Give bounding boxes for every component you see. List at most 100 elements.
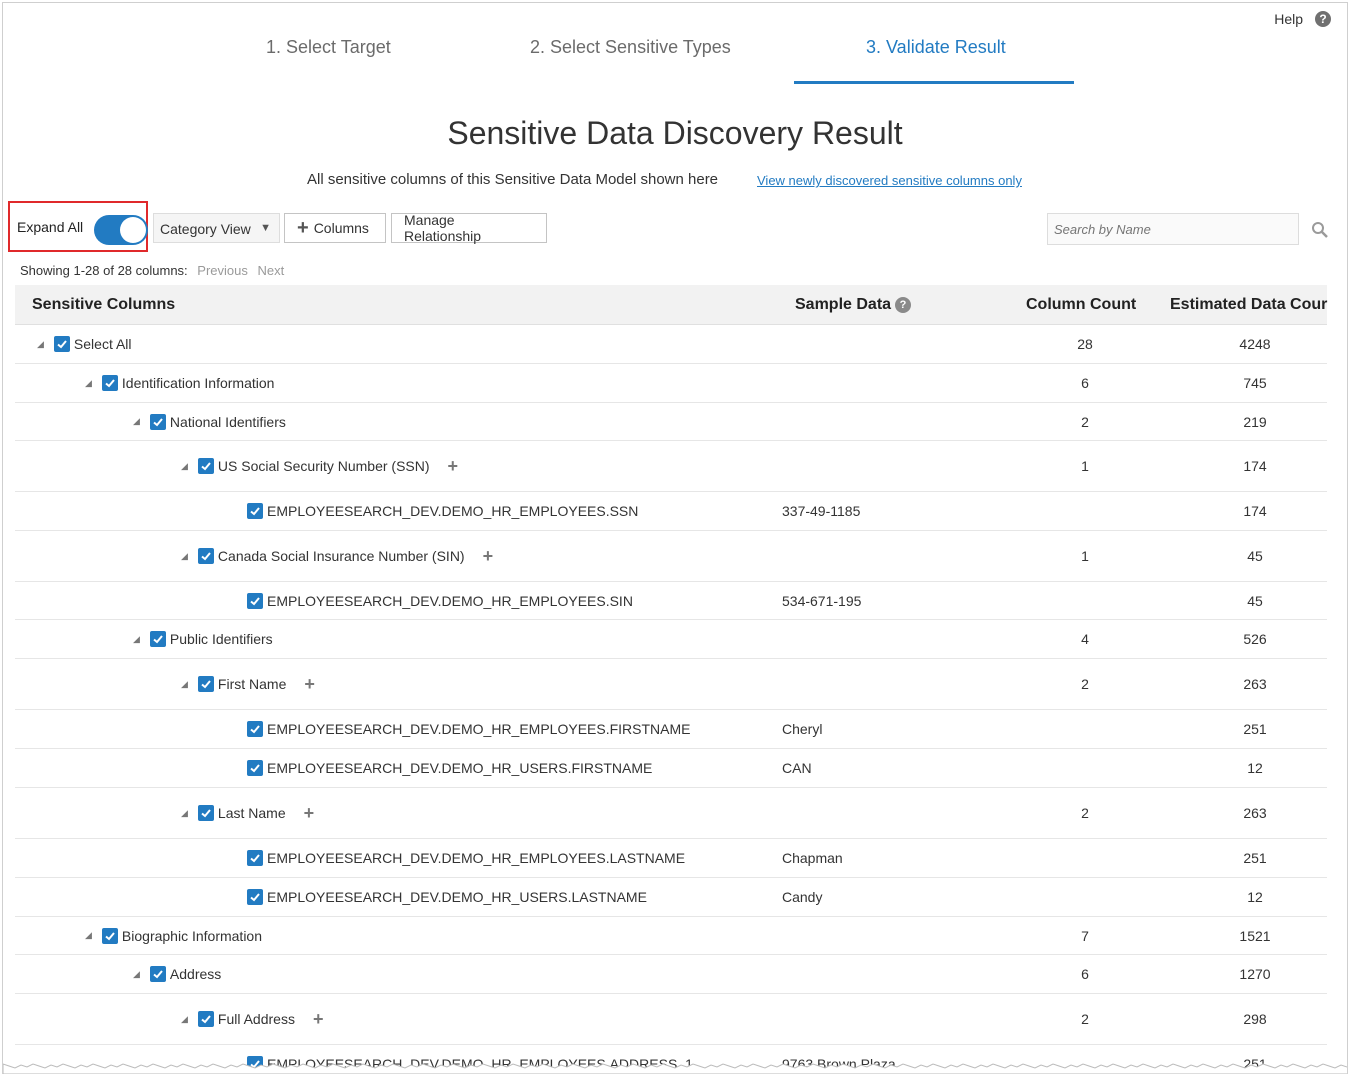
table-row[interactable]: EMPLOYEESEARCH_DEV.DEMO_HR_EMPLOYEES.SIN… — [15, 582, 1327, 620]
search-input[interactable] — [1047, 213, 1299, 245]
row-checkbox[interactable] — [197, 676, 214, 692]
table-row[interactable]: EMPLOYEESEARCH_DEV.DEMO_HR_USERS.FIRSTNA… — [15, 749, 1327, 788]
estimated-count-cell: 526 — [1243, 631, 1267, 647]
column-count-cell — [1065, 582, 1105, 619]
row-checkbox[interactable] — [149, 413, 166, 430]
row-name-cell: ◢ Canada Social Insurance Number (SIN) + — [181, 531, 493, 581]
expand-all-toggle[interactable] — [94, 215, 148, 245]
column-count-cell — [1065, 492, 1105, 530]
expand-triangle-icon[interactable]: ◢ — [181, 461, 188, 472]
paging-summary: Showing 1-28 of 28 columns: — [20, 263, 188, 278]
row-name-cell: EMPLOYEESEARCH_DEV.DEMO_HR_EMPLOYEES.LAS… — [247, 839, 685, 877]
table-row[interactable]: ◢ US Social Security Number (SSN) +1 174 — [15, 441, 1327, 492]
table-row[interactable]: ◢ Last Name +2 263 — [15, 788, 1327, 839]
column-count-cell: 2 — [1081, 1011, 1089, 1027]
view-new-columns-link[interactable]: View newly discovered sensitive columns … — [757, 173, 1022, 188]
column-count-cell — [1065, 878, 1105, 916]
info-icon[interactable]: ? — [895, 296, 912, 313]
row-checkbox[interactable] — [247, 592, 263, 609]
row-checkbox[interactable] — [149, 966, 166, 982]
add-column-plus-icon[interactable]: + — [448, 456, 459, 477]
expand-triangle-icon[interactable]: ◢ — [85, 378, 92, 389]
manage-relationship-button[interactable]: Manage Relationship — [391, 212, 547, 244]
row-checkbox[interactable] — [197, 1011, 214, 1027]
row-checkbox[interactable] — [247, 721, 263, 737]
row-checkbox[interactable] — [197, 458, 214, 474]
table-row[interactable]: EMPLOYEESEARCH_DEV.DEMO_HR_EMPLOYEES.FIR… — [15, 710, 1327, 749]
plus-icon: + — [297, 217, 309, 239]
step-select-sensitive-types[interactable]: 2. Select Sensitive Types — [530, 37, 731, 58]
table-row[interactable]: ◢ Canada Social Insurance Number (SIN) +1 4… — [15, 531, 1327, 582]
row-name-cell: ◢ Biographic Information — [85, 917, 262, 954]
table-row[interactable]: ◢ Full Address +2 298 — [15, 994, 1327, 1045]
step-validate-result[interactable]: 3. Validate Result — [866, 37, 1006, 58]
sample-data-cell: 337-49-1185 — [782, 503, 861, 519]
add-column-plus-icon[interactable]: + — [304, 803, 315, 824]
expand-triangle-icon[interactable]: ◢ — [133, 969, 140, 980]
row-checkbox[interactable] — [197, 805, 214, 821]
row-checkbox[interactable] — [247, 503, 263, 519]
row-checkbox[interactable] — [53, 336, 70, 352]
add-column-plus-icon[interactable]: + — [313, 1009, 324, 1030]
view-select-value: Category View — [160, 221, 251, 237]
help-area[interactable]: Help ? — [1274, 11, 1331, 27]
previous-page-link[interactable]: Previous — [197, 263, 248, 278]
expand-triangle-icon[interactable]: ◢ — [181, 551, 188, 562]
table-row[interactable]: ◢ Identification Information 6 745 — [15, 364, 1327, 403]
row-name-cell: ◢ Public Identifiers — [133, 620, 273, 658]
expand-triangle-icon[interactable]: ◢ — [133, 634, 140, 645]
row-checkbox[interactable] — [247, 889, 263, 905]
table-row[interactable]: ◢ Biographic Information 7 1521 — [15, 917, 1327, 955]
expand-triangle-icon[interactable]: ◢ — [181, 679, 188, 690]
step-select-target[interactable]: 1. Select Target — [266, 37, 391, 58]
header-sensitive-columns[interactable]: Sensitive Columns — [32, 296, 175, 314]
next-page-link[interactable]: Next — [257, 263, 284, 278]
add-column-plus-icon[interactable]: + — [304, 674, 315, 695]
row-label: National Identifiers — [169, 413, 286, 430]
table-row[interactable]: ◢ Public Identifiers 4 526 — [15, 620, 1327, 659]
column-count-cell: 6 — [1081, 375, 1089, 391]
estimated-count-cell: 12 — [1247, 760, 1263, 776]
table-row[interactable]: EMPLOYEESEARCH_DEV.DEMO_HR_USERS.LASTNAM… — [15, 878, 1327, 917]
row-checkbox[interactable] — [101, 375, 118, 391]
row-checkbox[interactable] — [247, 850, 263, 866]
header-column-count[interactable]: Column Count — [1026, 296, 1136, 314]
row-checkbox[interactable] — [101, 927, 118, 944]
row-label: EMPLOYEESEARCH_DEV.DEMO_HR_EMPLOYEES.LAS… — [267, 850, 686, 866]
table-row[interactable]: ◢ First Name +2 263 — [15, 659, 1327, 710]
help-label[interactable]: Help — [1274, 11, 1303, 27]
row-label: US Social Security Number (SSN) — [217, 458, 430, 474]
search-icon[interactable] — [1311, 221, 1329, 239]
table-row[interactable]: EMPLOYEESEARCH_DEV.DEMO_HR_EMPLOYEES.LAS… — [15, 839, 1327, 878]
column-count-cell: 4 — [1081, 631, 1089, 647]
expand-triangle-icon[interactable]: ◢ — [181, 1014, 188, 1025]
estimated-count-cell: 219 — [1243, 413, 1267, 430]
table-row[interactable]: ◢ National Identifiers 2 219 — [15, 403, 1327, 441]
row-checkbox[interactable] — [197, 548, 214, 564]
header-sample-data[interactable]: Sample Data? — [795, 296, 912, 314]
question-circle-icon[interactable]: ? — [1315, 11, 1331, 27]
add-columns-button[interactable]: + Columns — [284, 213, 386, 243]
table-row[interactable]: ◢ Select All 28 4248 — [15, 325, 1327, 364]
row-label: EMPLOYEESEARCH_DEV.DEMO_HR_EMPLOYEES.SIN — [267, 592, 633, 609]
row-checkbox[interactable] — [149, 631, 166, 647]
column-count-cell: 1 — [1081, 458, 1089, 474]
table-row[interactable]: ◢ Address 6 1270 — [15, 955, 1327, 994]
estimated-count-cell: 251 — [1243, 721, 1267, 737]
row-name-cell: EMPLOYEESEARCH_DEV.DEMO_HR_USERS.FIRSTNA… — [247, 749, 652, 787]
estimated-count-cell: 4248 — [1239, 336, 1271, 352]
table-row[interactable]: EMPLOYEESEARCH_DEV.DEMO_HR_EMPLOYEES.SSN… — [15, 492, 1327, 531]
expand-triangle-icon[interactable]: ◢ — [181, 808, 188, 819]
add-column-plus-icon[interactable]: + — [483, 546, 494, 567]
expand-triangle-icon[interactable]: ◢ — [85, 930, 92, 941]
view-select[interactable]: Category View ▼ — [153, 213, 280, 243]
row-name-cell: ◢ Address — [133, 955, 221, 993]
row-label: Address — [169, 966, 222, 982]
estimated-count-cell: 174 — [1243, 458, 1267, 474]
row-checkbox[interactable] — [247, 760, 263, 776]
expand-triangle-icon[interactable]: ◢ — [133, 416, 140, 427]
row-label: Select All — [73, 336, 132, 352]
expand-triangle-icon[interactable]: ◢ — [37, 339, 44, 350]
row-name-cell: ◢ Select All — [37, 325, 132, 363]
header-estimated-data-count[interactable]: Estimated Data Cour — [1170, 296, 1327, 314]
